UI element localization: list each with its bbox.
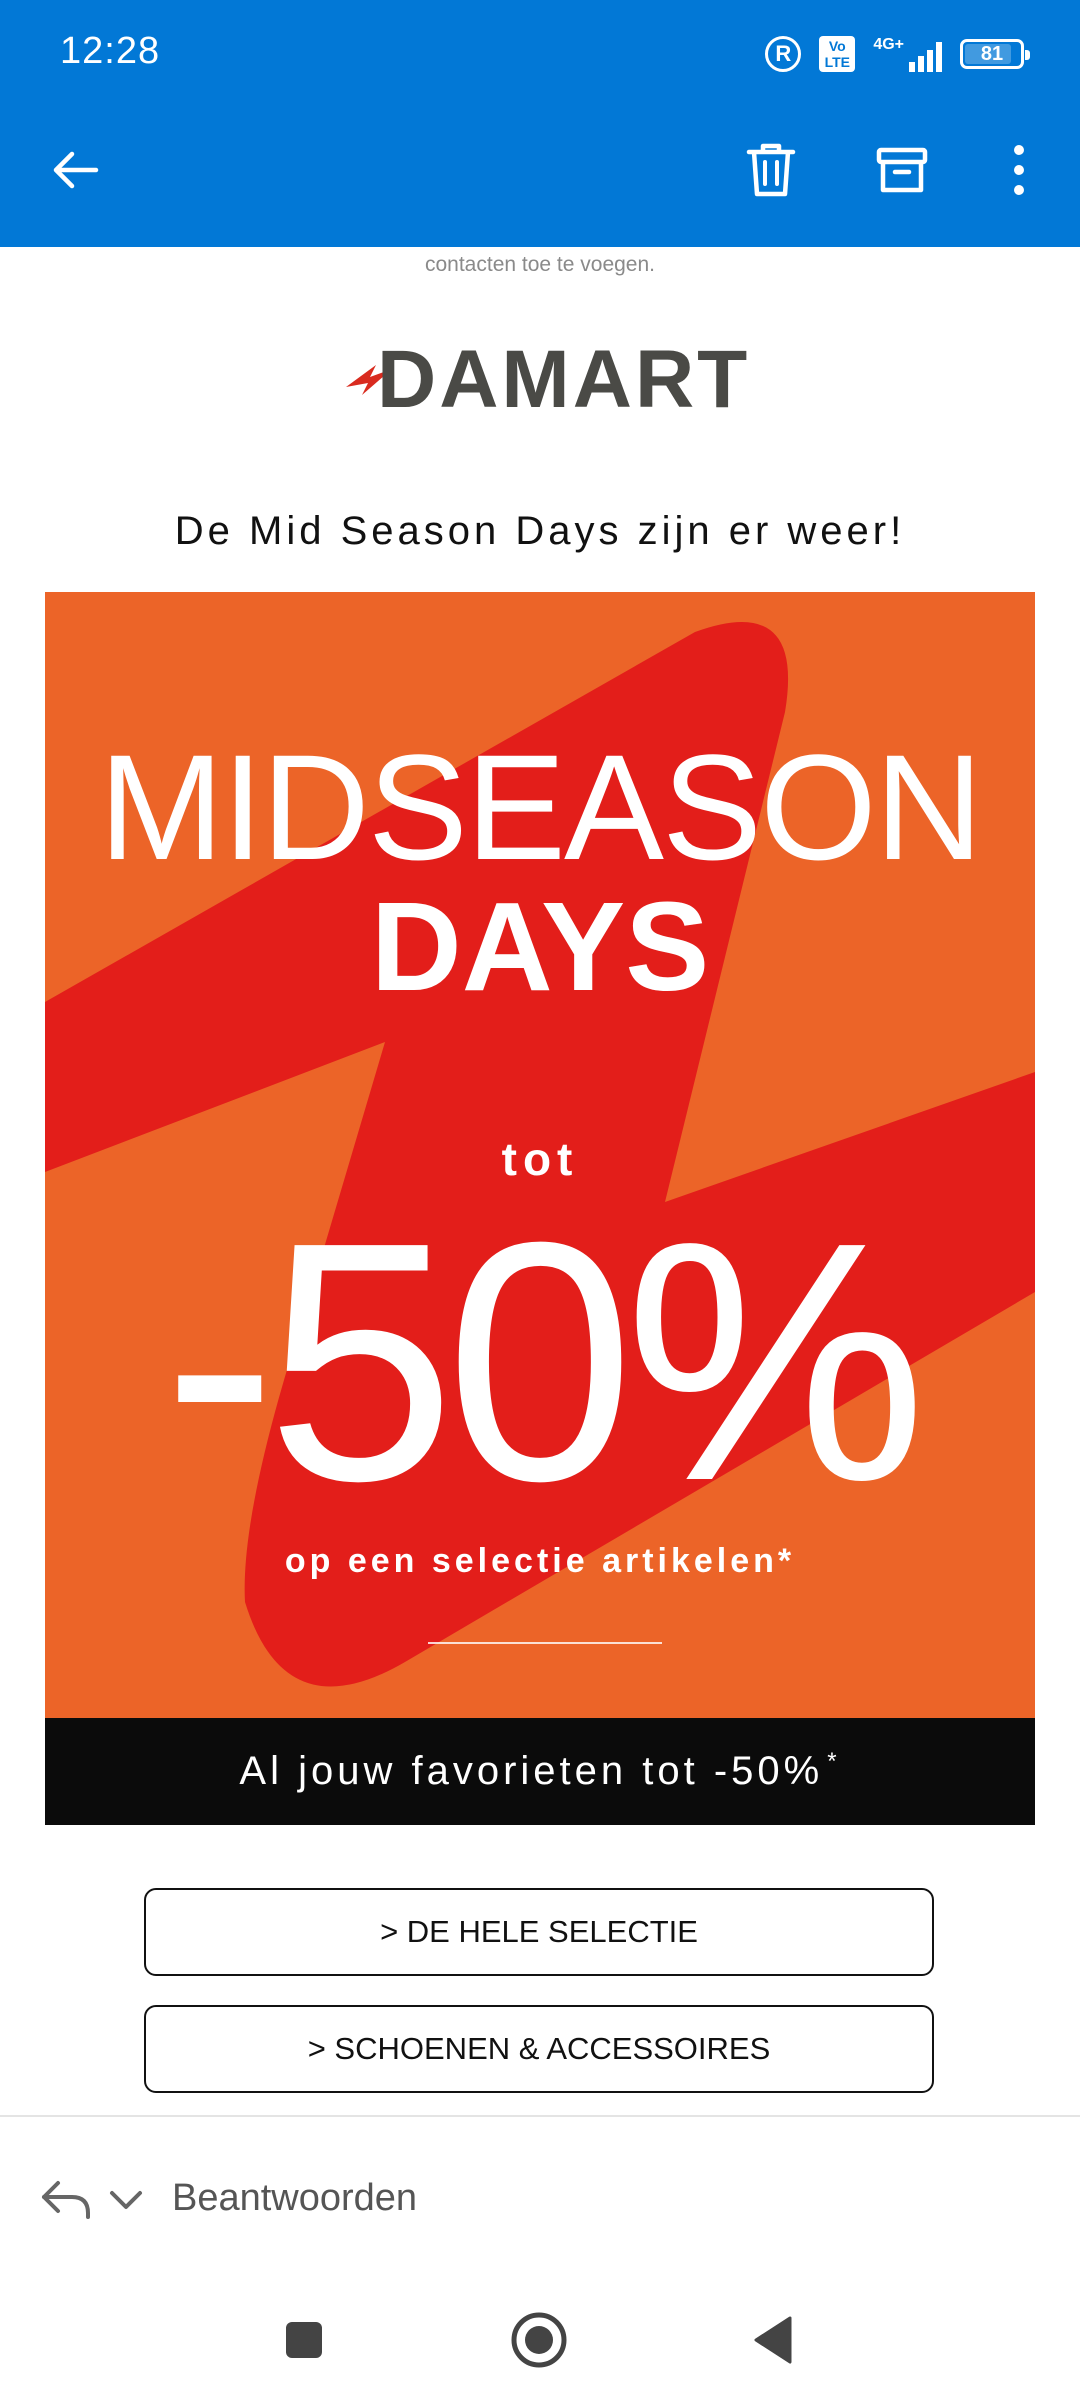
system-nav-bar [0, 2280, 1080, 2400]
battery-level: 81 [980, 42, 1004, 65]
damart-logo[interactable]: DAMART [340, 339, 747, 421]
nav-back-button[interactable] [738, 2304, 810, 2376]
status-icons: R Vo LTE 4G+ 81 [765, 28, 1030, 80]
logo-wordmark: DAMART [377, 334, 751, 425]
more-options-button[interactable] [977, 128, 1061, 212]
reply-button[interactable]: Beantwoorden [172, 2177, 417, 2220]
arrow-left-icon [53, 151, 99, 189]
home-circle-icon [511, 2312, 567, 2368]
signal-icon: 4G+ [873, 36, 942, 72]
archive-icon [876, 147, 928, 193]
favorites-strip[interactable]: Al jouw favorieten tot -50% * [45, 1718, 1035, 1825]
banner-discount: -50% [163, 1172, 927, 1552]
back-button[interactable] [34, 128, 118, 212]
registered-icon: R [765, 36, 802, 72]
banner-title-days: DAYS [370, 876, 710, 1017]
battery-icon: 81 [960, 39, 1030, 69]
cta-shoes-accessories-button[interactable]: > SCHOENEN & ACCESSOIRES [144, 2005, 934, 2093]
favorites-strip-asterisk: * [827, 1747, 841, 1775]
trash-icon [746, 143, 796, 197]
banner-subtitle: op een selectie artikelen* [284, 1542, 796, 1580]
square-icon [286, 2322, 322, 2358]
reply-bar: Beantwoorden [0, 2115, 1080, 2282]
reply-icon[interactable] [38, 2171, 94, 2227]
banner-divider [428, 1642, 662, 1644]
email-body[interactable]: contacten toe te voegen. DAMART De Mid S… [0, 247, 1080, 2115]
app-top-bar: 12:28 R Vo LTE 4G+ 81 [0, 0, 1080, 247]
triangle-back-icon [754, 2316, 792, 2364]
banner-title-midseason: MIDSEASON [98, 723, 983, 891]
delete-button[interactable] [729, 128, 813, 212]
network-type-label: 4G+ [873, 36, 904, 53]
cta-full-selection-button[interactable]: > DE HELE SELECTIE [144, 1888, 934, 1976]
more-vertical-icon [1014, 145, 1024, 195]
volte-icon: Vo LTE [819, 36, 856, 72]
status-time: 12:28 [60, 30, 161, 72]
email-header-text: contacten toe te voegen. [424, 253, 655, 276]
intro-heading: De Mid Season Days zijn er weer! [174, 509, 906, 553]
chevron-down-icon[interactable] [106, 2179, 146, 2219]
archive-button[interactable] [860, 128, 944, 212]
home-button[interactable] [503, 2304, 575, 2376]
favorites-strip-text: Al jouw favorieten tot -50% [239, 1749, 824, 1793]
recent-apps-button[interactable] [268, 2304, 340, 2376]
promo-banner[interactable]: MIDSEASON DAYS tot -50% op een selectie … [45, 592, 1035, 1718]
